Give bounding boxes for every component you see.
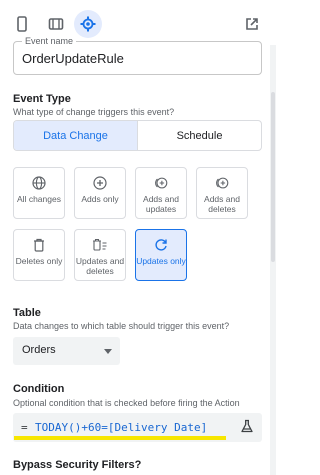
change-type-deletes-only[interactable]: Deletes only <box>13 229 65 281</box>
add-delete-icon <box>214 175 230 191</box>
tile-label: Adds and deletes <box>204 194 240 214</box>
table-description: Data changes to which table should trigg… <box>13 321 230 331</box>
update-delete-icon <box>92 237 108 253</box>
schedule-button[interactable]: Schedule <box>138 121 261 150</box>
tablet-icon[interactable] <box>42 10 70 38</box>
add-circle-icon <box>92 175 108 191</box>
tile-label: All changes <box>17 194 61 204</box>
add-update-icon <box>153 175 169 191</box>
change-type-updates-only[interactable]: Updates only <box>135 229 187 281</box>
open-external-icon[interactable] <box>238 10 266 38</box>
event-type-toggle: Data Change Schedule <box>13 120 262 151</box>
bypass-title: Bypass Security Filters? <box>13 459 142 471</box>
settings-icon[interactable] <box>74 10 102 38</box>
change-type-all[interactable]: All changes <box>13 167 65 219</box>
tile-label: Adds only <box>81 194 119 204</box>
event-type-description: What type of change triggers this event? <box>13 107 175 117</box>
tile-label: Updates only <box>136 256 186 266</box>
event-name-field[interactable]: Event name OrderUpdateRule <box>13 36 262 75</box>
phone-icon[interactable] <box>8 10 36 38</box>
chevron-down-icon <box>104 349 112 354</box>
flask-icon[interactable] <box>240 419 254 433</box>
scrollbar-thumb[interactable] <box>271 92 275 262</box>
refresh-icon <box>153 237 169 253</box>
condition-prefix: = <box>21 421 28 434</box>
condition-expression[interactable]: TODAY()+60=[Delivery Date] <box>35 421 207 434</box>
event-name-label: Event name <box>22 36 77 47</box>
tile-label: Adds and updates <box>143 194 179 214</box>
table-title: Table <box>13 307 41 319</box>
table-select[interactable]: Orders <box>13 337 120 365</box>
event-name-value[interactable]: OrderUpdateRule <box>22 51 124 66</box>
tile-label: Updates and deletes <box>75 256 125 276</box>
table-select-value: Orders <box>22 344 56 356</box>
event-type-title: Event Type <box>13 93 71 105</box>
globe-icon <box>31 175 47 191</box>
trash-icon <box>31 237 47 253</box>
change-type-adds-deletes[interactable]: Adds and deletes <box>196 167 248 219</box>
tile-label: Deletes only <box>15 256 63 266</box>
change-type-adds-only[interactable]: Adds only <box>74 167 126 219</box>
data-change-button[interactable]: Data Change <box>14 121 138 150</box>
change-type-adds-updates[interactable]: Adds and updates <box>135 167 187 219</box>
change-type-updates-deletes[interactable]: Updates and deletes <box>74 229 126 281</box>
highlight-underline <box>14 436 226 440</box>
condition-title: Condition <box>13 383 65 395</box>
condition-description: Optional condition that is checked befor… <box>13 398 240 408</box>
